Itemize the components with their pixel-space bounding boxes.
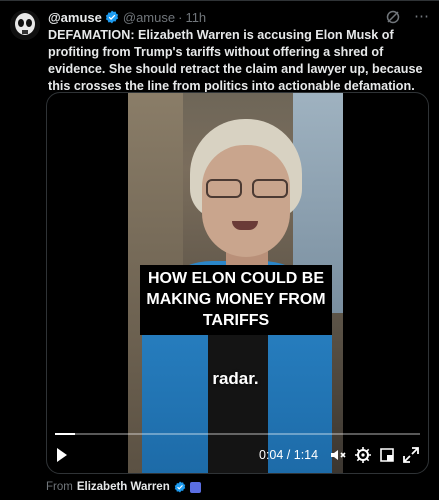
separator: ·	[178, 9, 183, 25]
timestamp[interactable]: 11h	[185, 10, 206, 25]
fullscreen-icon[interactable]	[401, 445, 421, 465]
video-subtitle: radar.	[212, 369, 259, 388]
government-badge-icon	[189, 481, 201, 493]
tweet-header: @amuse @amuse · 11h ⋯	[48, 8, 429, 26]
handle[interactable]: @amuse	[123, 10, 175, 25]
play-icon[interactable]	[57, 448, 67, 462]
more-icon[interactable]: ⋯	[414, 8, 429, 26]
video-controls: 0:04 / 1:14	[47, 445, 428, 467]
video-caption: HOW ELON COULD BE MAKING MONEY FROM TARI…	[140, 265, 332, 335]
display-name[interactable]: @amuse	[48, 10, 102, 25]
top-divider	[0, 0, 439, 1]
person-glasses	[206, 179, 288, 198]
verified-icon	[105, 10, 118, 24]
attribution: From Elizabeth Warren	[46, 481, 201, 493]
pip-icon[interactable]	[377, 445, 397, 465]
settings-icon[interactable]	[353, 445, 373, 465]
person-face	[202, 145, 290, 257]
attribution-source[interactable]: Elizabeth Warren	[77, 481, 170, 493]
attribution-prefix: From	[46, 481, 73, 493]
time-readout: 0:04 / 1:14	[259, 448, 319, 462]
video-player[interactable]: HOW ELON COULD BE MAKING MONEY FROM TARI…	[46, 92, 429, 474]
video-progress-fill	[55, 433, 75, 435]
verified-icon	[174, 481, 185, 493]
avatar[interactable]	[10, 10, 40, 40]
video-frame[interactable]: HOW ELON COULD BE MAKING MONEY FROM TARI…	[128, 93, 343, 473]
tweet-text: DEFAMATION: Elizabeth Warren is accusing…	[48, 28, 423, 93]
mute-icon[interactable]	[328, 445, 348, 465]
video-progress-bar[interactable]	[55, 433, 420, 435]
grok-icon[interactable]	[386, 10, 400, 24]
